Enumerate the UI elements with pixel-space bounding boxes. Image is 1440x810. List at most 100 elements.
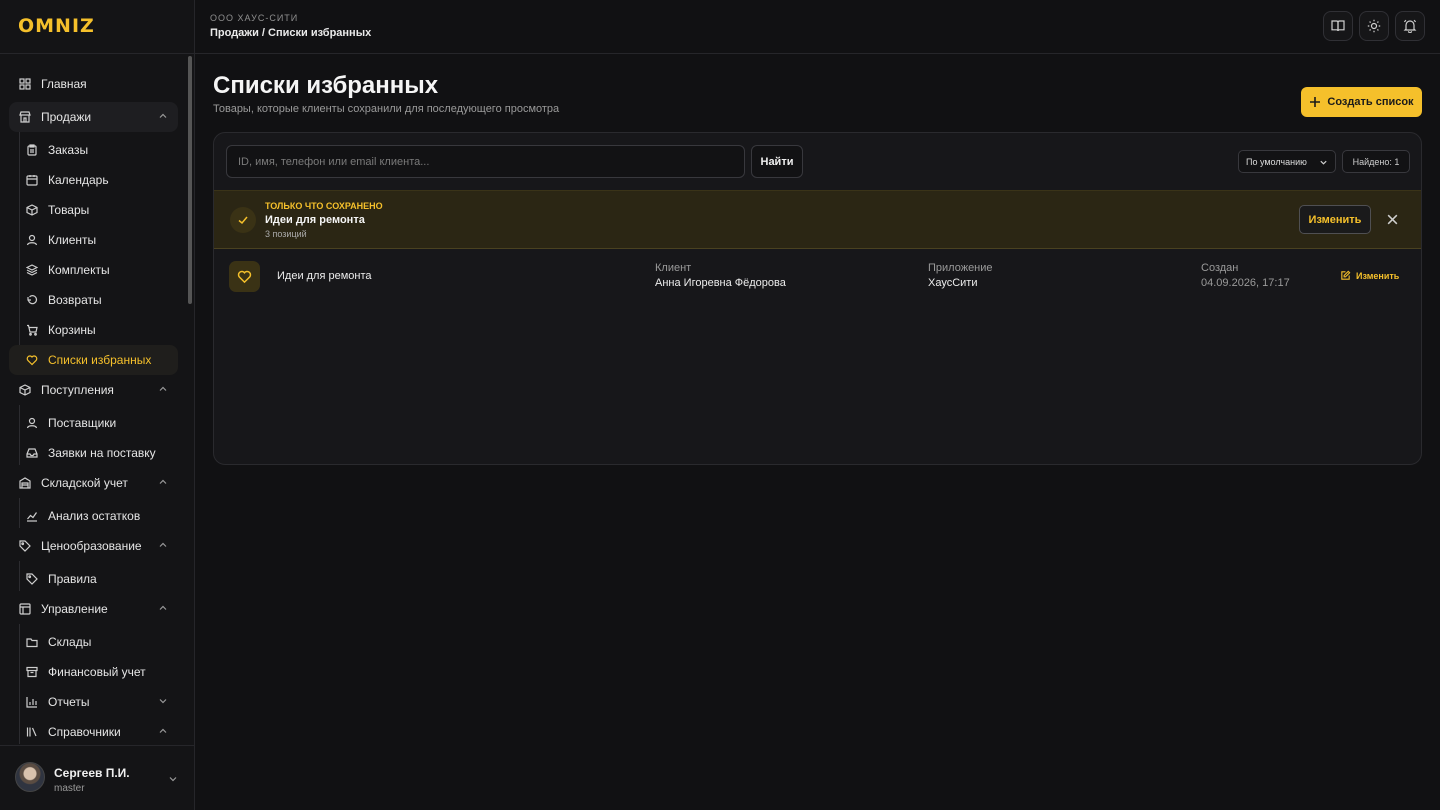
avatar bbox=[15, 762, 45, 792]
sidebar-item-sales[interactable]: Продажи bbox=[9, 102, 178, 132]
heart-icon bbox=[229, 261, 260, 292]
page-subtitle: Товары, которые клиенты сохранили для по… bbox=[213, 103, 560, 115]
row-edit-label: Изменить bbox=[1356, 270, 1400, 281]
create-list-button[interactable]: Создать список bbox=[1301, 87, 1422, 117]
sort-select[interactable]: По умолчанию bbox=[1238, 150, 1336, 173]
client-label: Клиент bbox=[655, 262, 692, 274]
inbox-icon bbox=[26, 447, 38, 459]
plus-icon bbox=[1310, 97, 1321, 107]
find-button[interactable]: Найти bbox=[751, 145, 803, 178]
sidebar-item-suppliers[interactable]: Поставщики bbox=[9, 408, 178, 438]
sidebar-item-label: Складской учет bbox=[41, 476, 128, 490]
tag-icon bbox=[26, 573, 38, 585]
banner-edit-button[interactable]: Изменить bbox=[1299, 205, 1371, 234]
chevron-up-icon bbox=[159, 728, 167, 733]
clipboard-icon bbox=[26, 144, 38, 156]
cart-icon bbox=[26, 324, 38, 336]
sidebar-item-warehouses[interactable]: Склады bbox=[9, 627, 178, 657]
sidebar-item-label: Поступления bbox=[41, 383, 114, 397]
user-icon bbox=[26, 234, 38, 246]
heart-icon bbox=[26, 354, 38, 366]
sidebar-item-pricing[interactable]: Ценообразование bbox=[9, 531, 178, 561]
sidebar-item-returns[interactable]: Возвраты bbox=[9, 285, 178, 315]
sidebar-item-clients[interactable]: Клиенты bbox=[9, 225, 178, 255]
search-input[interactable] bbox=[226, 145, 745, 178]
close-icon[interactable] bbox=[1386, 213, 1399, 226]
sidebar-item-label: Товары bbox=[48, 203, 90, 217]
sidebar-item-carts[interactable]: Корзины bbox=[9, 315, 178, 345]
user-profile[interactable]: Сергеев П.И. master bbox=[0, 745, 194, 810]
app-value: ХаусСити bbox=[928, 277, 978, 289]
sidebar-item-label: Управление bbox=[41, 602, 108, 616]
table-icon bbox=[19, 603, 31, 615]
sun-icon bbox=[1367, 19, 1381, 33]
sidebar-item-rules[interactable]: Правила bbox=[9, 564, 178, 594]
sidebar-item-supply-requests[interactable]: Заявки на поставку bbox=[9, 438, 178, 468]
sidebar-item-orders[interactable]: Заказы bbox=[9, 135, 178, 165]
list-item[interactable]: Идеи для ремонта Клиент Анна Игоревна Фё… bbox=[214, 250, 1421, 304]
user-name: Сергеев П.И. bbox=[54, 766, 130, 780]
chevron-down-icon bbox=[159, 699, 167, 704]
chart-line-icon bbox=[26, 510, 38, 522]
sidebar-item-label: Склады bbox=[48, 635, 92, 649]
theme-toggle-button[interactable] bbox=[1359, 11, 1389, 41]
chevron-down-icon bbox=[1320, 160, 1327, 165]
sidebar-item-reports[interactable]: Отчеты bbox=[9, 687, 178, 717]
edit-icon bbox=[1341, 270, 1351, 280]
sidebar-item-label: Главная bbox=[41, 77, 87, 91]
book-button[interactable] bbox=[1323, 11, 1353, 41]
folder-icon bbox=[26, 636, 38, 648]
sidebar-item-label: Заказы bbox=[48, 143, 89, 157]
chevron-up-icon bbox=[159, 542, 167, 547]
sidebar-divider bbox=[0, 53, 194, 54]
layers-icon bbox=[26, 264, 38, 276]
sidebar-item-bundles[interactable]: Комплекты bbox=[9, 255, 178, 285]
sidebar-item-label: Комплекты bbox=[48, 263, 110, 277]
user-icon bbox=[26, 417, 38, 429]
sidebar-item-products[interactable]: Товары bbox=[9, 195, 178, 225]
sidebar-item-label: Финансовый учет bbox=[48, 665, 146, 679]
grid-icon bbox=[19, 78, 31, 90]
list-name: Идеи для ремонта bbox=[277, 270, 372, 282]
found-count-badge: Найдено: 1 bbox=[1342, 150, 1410, 173]
chevron-up-icon bbox=[159, 479, 167, 484]
create-list-label: Создать список bbox=[1327, 96, 1414, 108]
chevron-down-icon[interactable] bbox=[168, 774, 178, 784]
bar-chart-icon bbox=[26, 696, 38, 708]
row-edit-button[interactable]: Изменить bbox=[1340, 270, 1399, 281]
chevron-up-icon bbox=[159, 386, 167, 391]
created-label: Создан bbox=[1201, 262, 1239, 274]
sidebar-scrollbar[interactable] bbox=[188, 56, 192, 304]
tag-icon bbox=[19, 540, 31, 552]
sidebar-item-references[interactable]: Справочники bbox=[9, 717, 178, 747]
sidebar-item-label: Заявки на поставку bbox=[48, 446, 156, 460]
sidebar-item-calendar[interactable]: Календарь bbox=[9, 165, 178, 195]
sidebar-item-home[interactable]: Главная bbox=[9, 69, 178, 99]
check-icon bbox=[230, 207, 256, 233]
chevron-up-icon bbox=[159, 113, 167, 118]
calendar-icon bbox=[26, 174, 38, 186]
sidebar-item-label: Анализ остатков bbox=[48, 509, 141, 523]
client-value: Анна Игоревна Фёдорова bbox=[655, 277, 786, 289]
logo[interactable]: OMNIZ bbox=[18, 17, 95, 36]
created-value: 04.09.2026, 17:17 bbox=[1201, 277, 1290, 289]
store-icon bbox=[19, 111, 31, 123]
sidebar-item-warehouse[interactable]: Складской учет bbox=[9, 468, 178, 498]
sidebar-item-finance[interactable]: Финансовый учет bbox=[9, 657, 178, 687]
package-icon bbox=[19, 384, 31, 396]
notifications-button[interactable] bbox=[1395, 11, 1425, 41]
sidebar-item-label: Клиенты bbox=[48, 233, 97, 247]
sidebar-item-label: Продажи bbox=[41, 110, 92, 124]
banner-count: 3 позиций bbox=[265, 229, 307, 239]
sidebar-item-receipts[interactable]: Поступления bbox=[9, 375, 178, 405]
banner-label: ТОЛЬКО ЧТО СОХРАНЕНО bbox=[265, 201, 383, 211]
archive-icon bbox=[26, 666, 38, 678]
sidebar: OMNIZ Главная Продажи Заказы Календарь Т… bbox=[0, 0, 195, 810]
sidebar-item-favorites[interactable]: Списки избранных bbox=[9, 345, 178, 375]
sidebar-item-label: Отчеты bbox=[48, 695, 90, 709]
sidebar-item-management[interactable]: Управление bbox=[9, 594, 178, 624]
sidebar-item-label: Возвраты bbox=[48, 293, 102, 307]
banner-title: Идеи для ремонта bbox=[265, 214, 365, 226]
sidebar-item-stock-analysis[interactable]: Анализ остатков bbox=[9, 501, 178, 531]
sidebar-item-label: Корзины bbox=[48, 323, 96, 337]
